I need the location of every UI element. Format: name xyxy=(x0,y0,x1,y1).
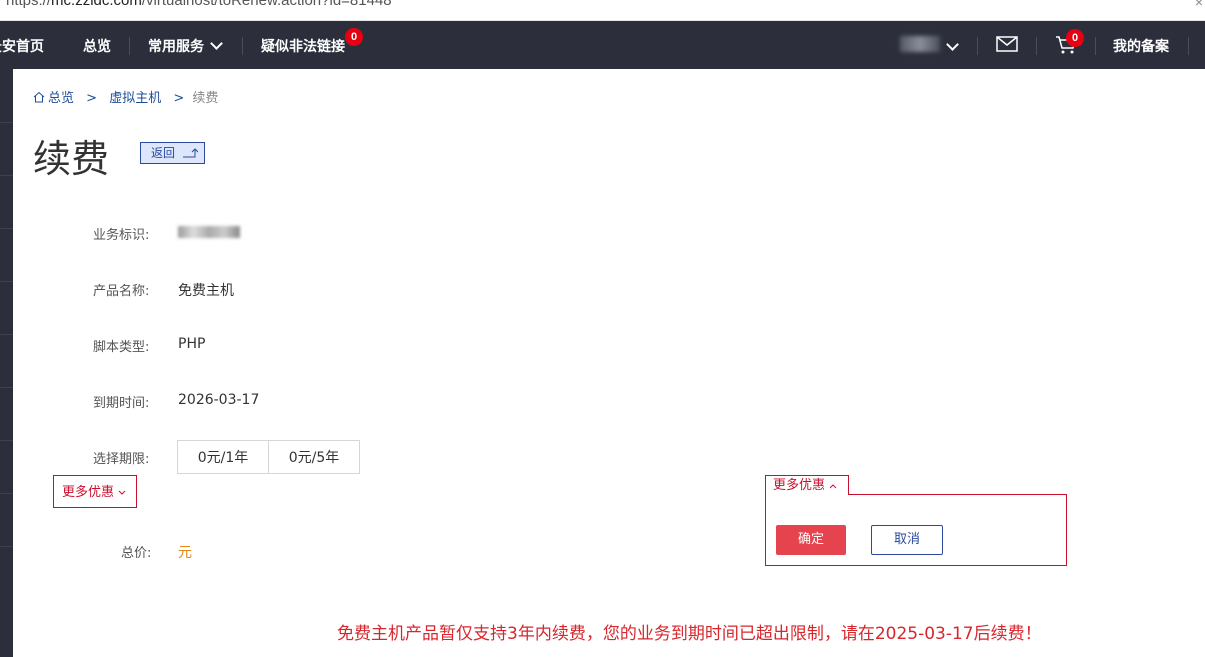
cancel-button[interactable]: 取消 xyxy=(871,525,943,555)
more-offers-label: 更多优惠 xyxy=(62,485,115,500)
biz-id-label: 业务标识: xyxy=(93,228,150,243)
sidebar-divider xyxy=(0,440,13,441)
nav-item-my-filing[interactable]: 我的备案 xyxy=(1113,36,1169,56)
total-price-label: 总价: xyxy=(121,546,152,561)
sidebar-divider xyxy=(0,281,13,282)
back-button-label: 返回 xyxy=(151,146,176,160)
nav-item-illegal-links[interactable]: 疑似非法链接 xyxy=(261,36,345,56)
nav-divider xyxy=(242,37,243,55)
script-type-label: 脚本类型: xyxy=(93,340,150,355)
breadcrumb-virtualhost[interactable]: 虚拟主机 xyxy=(109,91,161,106)
nav-divider xyxy=(1188,37,1189,55)
product-name-value: 免费主机 xyxy=(178,283,234,299)
url-scheme: https:// xyxy=(6,0,52,9)
total-price-value: 元 xyxy=(178,545,192,561)
renewal-restriction-notice: 免费主机产品暂仅支持3年内续费，您的业务到期时间已超出限制，请在2025-03-… xyxy=(337,624,1042,644)
nav-item-home[interactable]: 景安首页 xyxy=(0,36,44,56)
nav-services-label: 常用服务 xyxy=(148,38,204,54)
nav-divider xyxy=(1036,37,1037,55)
sidebar-divider xyxy=(0,493,13,494)
period-label: 选择期限: xyxy=(93,452,150,467)
script-type-value: PHP xyxy=(178,336,206,352)
sidebar-divider xyxy=(0,175,13,176)
url-path: /virtualhost/toRenew.action?id=81448 xyxy=(141,0,392,9)
home-icon[interactable] xyxy=(33,91,48,106)
address-bar[interactable]: https://mc.zzidc.com/virtualhost/toRenew… xyxy=(0,0,1205,21)
back-button[interactable]: 返回 xyxy=(140,142,205,164)
breadcrumb: 总览 > 虚拟主机 > 续费 xyxy=(33,87,218,106)
breadcrumb-separator: > xyxy=(86,91,98,106)
more-offers-panel-label: 更多优惠 xyxy=(773,478,826,493)
nav-divider xyxy=(1095,37,1096,55)
mail-icon[interactable] xyxy=(996,36,1018,55)
sidebar-divider xyxy=(0,228,13,229)
sidebar-divider xyxy=(0,334,13,335)
illegal-links-badge: 0 xyxy=(345,28,363,46)
nav-item-overview[interactable]: 总览 xyxy=(83,36,111,56)
breadcrumb-separator: > xyxy=(173,91,185,106)
period-option-1year[interactable]: 0元/1年 xyxy=(177,440,269,474)
sidebar-collapsed xyxy=(0,69,13,657)
chevron-up-icon xyxy=(829,478,837,493)
biz-id-value-redacted xyxy=(178,226,240,238)
nav-item-services[interactable]: 常用服务 xyxy=(148,36,223,56)
more-offers-panel-tab[interactable]: 更多优惠 xyxy=(765,475,849,495)
breadcrumb-overview[interactable]: 总览 xyxy=(48,91,74,106)
chevron-down-icon xyxy=(118,485,126,500)
url-host: mc.zzidc.com xyxy=(51,0,142,9)
address-url[interactable]: https://mc.zzidc.com/virtualhost/toRenew… xyxy=(6,0,392,9)
sidebar-divider xyxy=(0,122,13,123)
top-navigation: 景安首页 总览 常用服务 疑似非法链接 0 0 我的备案 xyxy=(0,21,1205,69)
username-avatar[interactable] xyxy=(900,36,940,52)
expire-date-value: 2026-03-17 xyxy=(178,392,260,408)
nav-divider xyxy=(129,37,130,55)
return-arrow-icon xyxy=(183,148,198,158)
chevron-down-icon[interactable] xyxy=(946,38,959,51)
sidebar-divider xyxy=(0,387,13,388)
page-title: 续费 xyxy=(33,137,110,181)
period-option-5year[interactable]: 0元/5年 xyxy=(268,440,360,474)
nav-divider xyxy=(977,37,978,55)
sidebar-divider xyxy=(0,546,13,547)
more-offers-toggle[interactable]: 更多优惠 xyxy=(53,475,137,508)
chevron-down-icon xyxy=(210,37,223,50)
cart-badge: 0 xyxy=(1066,29,1084,47)
expire-date-label: 到期时间: xyxy=(93,396,150,411)
close-icon[interactable]: × xyxy=(1195,0,1203,10)
breadcrumb-current: 续费 xyxy=(192,91,219,106)
product-name-label: 产品名称: xyxy=(93,284,150,299)
confirm-button[interactable]: 确定 xyxy=(776,525,846,555)
